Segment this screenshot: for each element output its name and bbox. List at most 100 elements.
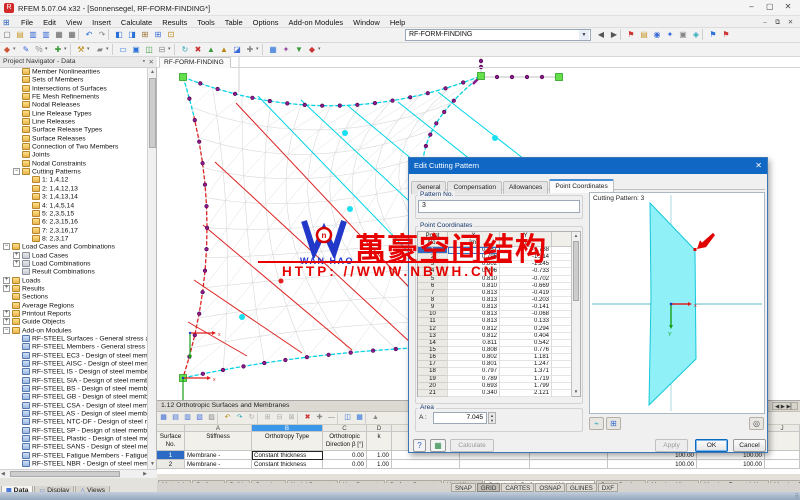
window-close-button[interactable]: ✕: [780, 2, 796, 11]
point-row[interactable]: 100.813-0.068: [418, 311, 580, 318]
point-x-cell[interactable]: 0.789: [448, 376, 500, 383]
toolbar-icon[interactable]: ✖: [192, 44, 204, 55]
toolbar-icon[interactable]: ▦: [267, 44, 279, 55]
toolbar-icon[interactable]: ◀: [595, 29, 607, 40]
tree-item-2-1-4-12-13[interactable]: 2: 1,4,12,13: [0, 185, 147, 193]
table-cell[interactable]: Membrane - Orthotropic: [185, 460, 252, 469]
toolbar-icon[interactable]: ▦: [158, 413, 169, 423]
mdi-restore-button[interactable]: ⧉: [772, 19, 783, 27]
point-y-cell[interactable]: 2.121: [500, 390, 552, 397]
tree-item-load-cases[interactable]: +Load Cases: [0, 252, 147, 260]
window-minimize-button[interactable]: –: [744, 2, 760, 11]
point-no-cell[interactable]: 8: [418, 297, 448, 304]
toolbar-icon[interactable]: ◫: [143, 44, 155, 55]
point-row[interactable]: 170.8011.247: [418, 361, 580, 368]
point-row[interactable]: 50.810-0.702: [418, 276, 580, 283]
tree-item-surface-releases[interactable]: Surface Releases: [0, 135, 147, 143]
point-row[interactable]: 120.8120.294: [418, 326, 580, 333]
toolbar-icon[interactable]: ▥: [182, 413, 193, 423]
tree-item-rf-steel-aisc-design-of-steel-members-ac[interactable]: RF-STEEL AISC - Design of steel members …: [0, 360, 147, 368]
toolbar-icon[interactable]: ▧: [194, 413, 205, 423]
cancel-button[interactable]: Cancel: [733, 439, 766, 452]
toolbar-icon[interactable]: ⊡: [165, 29, 177, 40]
tree-item-1-1-4-12[interactable]: 1: 1,4,12: [0, 176, 147, 184]
point-no-cell[interactable]: 12: [418, 326, 448, 333]
preview-zoom-icon[interactable]: ◎: [749, 417, 764, 430]
tree-expand-box[interactable]: +: [3, 277, 10, 284]
toolbar-icon[interactable]: ↶: [222, 413, 233, 423]
point-no-cell[interactable]: 10: [418, 311, 448, 318]
pin-icon[interactable]: ▪: [143, 58, 145, 65]
point-x-cell[interactable]: 0.806: [448, 268, 500, 275]
tree-item-rf-steel-sia-design-of-steel-members-acc[interactable]: RF-STEEL SIA - Design of steel members a…: [0, 377, 147, 385]
tree-expand-box[interactable]: +: [3, 310, 10, 317]
tree-item-sections[interactable]: Sections: [0, 293, 147, 301]
tree-expand-box[interactable]: +: [13, 260, 20, 267]
table-cell[interactable]: Constant thickness: [252, 460, 323, 469]
table-cell[interactable]: 1.00: [367, 460, 392, 469]
point-row[interactable]: 10.787-1.788: [418, 247, 580, 254]
tree-expand-box[interactable]: +: [13, 252, 20, 259]
loadcase-combobox[interactable]: RF-FORM-FINDING ▼: [405, 29, 591, 41]
point-no-cell[interactable]: 14: [418, 340, 448, 347]
chevron-down-icon[interactable]: ▾: [13, 43, 19, 55]
toolbar-icon[interactable]: ▤: [14, 29, 26, 40]
toolbar-icon[interactable]: ⊠: [286, 413, 297, 423]
point-x-cell[interactable]: 0.812: [448, 333, 500, 340]
point-y-cell[interactable]: -0.669: [500, 283, 552, 290]
point-row[interactable]: 40.806-0.733: [418, 268, 580, 275]
point-row[interactable]: 90.813-0.141: [418, 304, 580, 311]
area-field[interactable]: 7.045: [433, 412, 487, 424]
toolbar-icon[interactable]: ◨: [126, 29, 138, 40]
toolbar-icon[interactable]: ↷: [234, 413, 245, 423]
toolbar-icon[interactable]: ⚑: [707, 29, 719, 40]
toolbar-icon[interactable]: ✚: [52, 44, 64, 55]
tree-item-printout-reports[interactable]: +Printout Reports: [0, 310, 147, 318]
point-no-cell[interactable]: 11: [418, 318, 448, 325]
point-x-cell[interactable]: 0.810: [448, 276, 500, 283]
point-row[interactable]: 150.8080.776: [418, 347, 580, 354]
point-no-cell[interactable]: 13: [418, 333, 448, 340]
toolbar-icon[interactable]: ▭: [117, 44, 129, 55]
toolbar-icon[interactable]: ✦: [664, 29, 676, 40]
toolbar-icon[interactable]: ✚: [244, 44, 256, 55]
toolbar-icon[interactable]: ▼: [293, 44, 305, 55]
menu-tools[interactable]: Tools: [192, 18, 220, 27]
toolbar-icon[interactable]: ▤: [638, 29, 650, 40]
tree-item-connection-of-two-members[interactable]: Connection of Two Members: [0, 143, 147, 151]
point-coordinates-table[interactable]: Point No.X [m]Y [m] 10.787-1.78820.796-1…: [417, 231, 581, 397]
close-icon[interactable]: ✕: [149, 58, 154, 66]
chevron-down-icon[interactable]: ▼: [579, 30, 589, 40]
point-y-cell[interactable]: -0.068: [500, 311, 552, 318]
point-no-cell[interactable]: 15: [418, 347, 448, 354]
menu-options[interactable]: Options: [248, 18, 284, 27]
table-cell[interactable]: 100.00: [697, 460, 765, 469]
menu-table[interactable]: Table: [220, 18, 248, 27]
point-row[interactable]: 30.802-1.245: [418, 261, 580, 268]
point-x-cell[interactable]: 0.340: [448, 390, 500, 397]
point-y-cell[interactable]: -0.203: [500, 297, 552, 304]
toolbar-icon[interactable]: ▥: [27, 29, 39, 40]
point-y-cell[interactable]: -1.788: [500, 247, 552, 254]
point-x-cell[interactable]: 0.802: [448, 354, 500, 361]
point-x-cell[interactable]: 0.813: [448, 297, 500, 304]
navigator-vertical-scrollbar[interactable]: ▲▼: [147, 68, 156, 469]
table-cell[interactable]: [765, 460, 800, 469]
tree-item-rf-steel-nbr-design-of-steel-members-ac[interactable]: RF-STEEL NBR - Design of steel members a…: [0, 460, 147, 468]
toolbar-icon[interactable]: ✦: [280, 44, 292, 55]
point-row[interactable]: 180.7971.371: [418, 368, 580, 375]
tree-item-rf-steel-fatigue-members-fatigue-design[interactable]: RF-STEEL Fatigue Members - Fatigue desig…: [0, 452, 147, 460]
toolbar-icon[interactable]: ✎: [20, 44, 32, 55]
toolbar-icon[interactable]: ▤: [170, 413, 181, 423]
toolbar-icon[interactable]: ⊞: [139, 29, 151, 40]
toolbar-icon[interactable]: ⊟: [274, 413, 285, 423]
chevron-down-icon[interactable]: ▾: [318, 43, 324, 55]
point-x-cell[interactable]: 0.801: [448, 361, 500, 368]
point-y-cell[interactable]: -1.245: [500, 261, 552, 268]
status-toggle-snap[interactable]: SNAP: [451, 483, 476, 492]
status-toggle-glines[interactable]: GLINES: [566, 483, 597, 492]
viewport-model-tab[interactable]: RF-FORM-FINDING: [159, 57, 231, 68]
toolbar-icon[interactable]: ◫: [342, 413, 353, 423]
status-toggle-dxf[interactable]: DXF: [598, 483, 618, 492]
point-no-cell[interactable]: 2: [418, 254, 448, 261]
